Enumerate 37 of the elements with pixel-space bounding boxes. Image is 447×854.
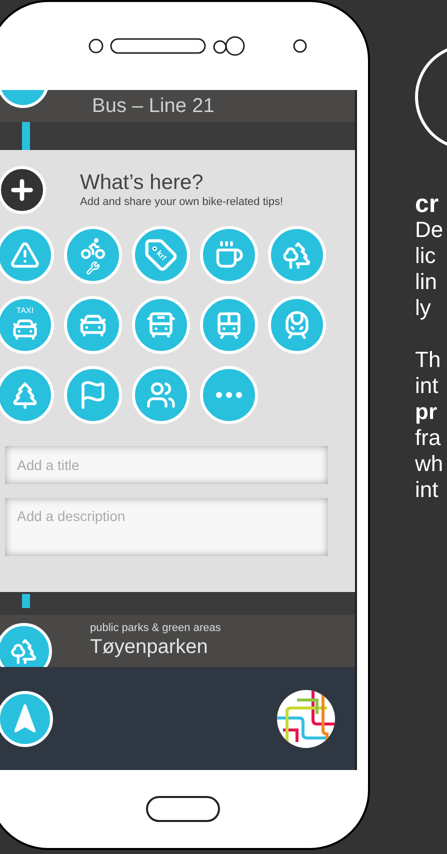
panel-subtitle: Add and share your own bike-related tips! (80, 196, 284, 210)
cup-icon (214, 240, 244, 270)
category-button[interactable] (0, 366, 54, 424)
side-text-line: pr (415, 399, 438, 425)
bike-wrench-icon (80, 235, 106, 275)
camera-icon (212, 35, 246, 57)
side-heading: cr (415, 192, 440, 217)
title-input[interactable]: Add a title (5, 446, 328, 484)
category-button[interactable]: TAXI (0, 296, 54, 354)
warning-icon (10, 240, 40, 270)
place-list-item[interactable]: public parks & green areas Tøyenparken (0, 615, 355, 667)
add-button[interactable] (0, 166, 46, 214)
side-text-line: lin (415, 269, 438, 295)
side-text-line: Th (415, 347, 442, 373)
place-name: Tøyenparken (90, 635, 209, 660)
side-text-line: int (415, 477, 440, 503)
bus-icon (146, 310, 176, 340)
trees-icon (282, 240, 312, 270)
home-button[interactable] (146, 796, 220, 822)
side-text-line: ly (415, 295, 432, 321)
people-icon (146, 380, 176, 410)
description-input[interactable]: Add a description (5, 498, 328, 556)
sensor-icon (292, 38, 308, 54)
side-text-line: De (415, 217, 444, 243)
panel-title: What’s here? (80, 170, 204, 196)
price-tag-icon: kr! (144, 238, 178, 272)
side-text-line: lic (415, 243, 437, 269)
category-button[interactable] (0, 226, 54, 284)
trees-icon (10, 637, 38, 665)
category-button[interactable]: kr! (132, 226, 190, 284)
side-text-line: int (415, 373, 440, 399)
sensor-icon (88, 38, 104, 54)
side-text-line: fra (415, 425, 442, 451)
route-title: Bus – Line 21 (92, 96, 214, 116)
side-text-line: wh (415, 451, 444, 477)
more-icon (216, 392, 242, 398)
place-category: public parks & green areas (90, 622, 221, 636)
